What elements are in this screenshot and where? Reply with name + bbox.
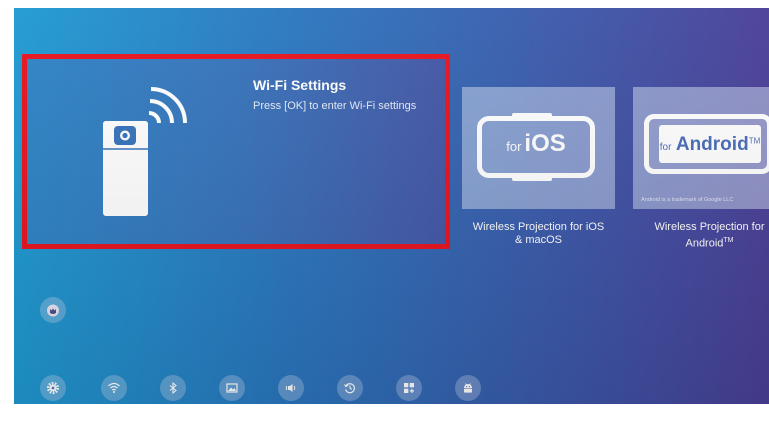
wifi-card-description: Press [OK] to enter Wi-Fi settings [253,100,417,112]
wifi-card-title: Wi-Fi Settings [253,77,347,93]
wifi-icon[interactable] [101,375,127,401]
android-phone-icon: for AndroidTM [644,114,769,174]
android-projection-tile[interactable]: for AndroidTM Android is a trademark of … [633,87,769,209]
ios-projection-tile[interactable]: for iOS [462,87,615,209]
android-trademark-note: Android is a trademark of Google LLC [641,197,734,203]
badge-glyph-icon [47,304,59,317]
speaker-icon[interactable] [278,375,304,401]
ios-logo-text: for iOS [506,130,566,157]
ios-phone-icon: for iOS [477,113,595,181]
image-icon[interactable] [219,375,245,401]
wireless-device-icon [103,87,187,216]
ios-projection-caption: Wireless Projection for iOS & macOS [472,221,605,246]
wifi-settings-card[interactable]: Wi-Fi Settings Press [OK] to enter Wi-Fi… [22,54,450,249]
android-robot-icon[interactable] [455,375,481,401]
history-icon[interactable] [337,375,363,401]
badge-icon[interactable] [40,297,66,323]
apps-grid-icon[interactable] [396,375,422,401]
launcher-screen: Wi-Fi Settings Press [OK] to enter Wi-Fi… [14,8,769,404]
android-logo-text: for AndroidTM [659,134,761,155]
android-projection-caption: Wireless Projection for AndroidTM [654,221,765,250]
settings-gear-icon[interactable] [40,375,66,401]
bluetooth-icon[interactable] [160,375,186,401]
